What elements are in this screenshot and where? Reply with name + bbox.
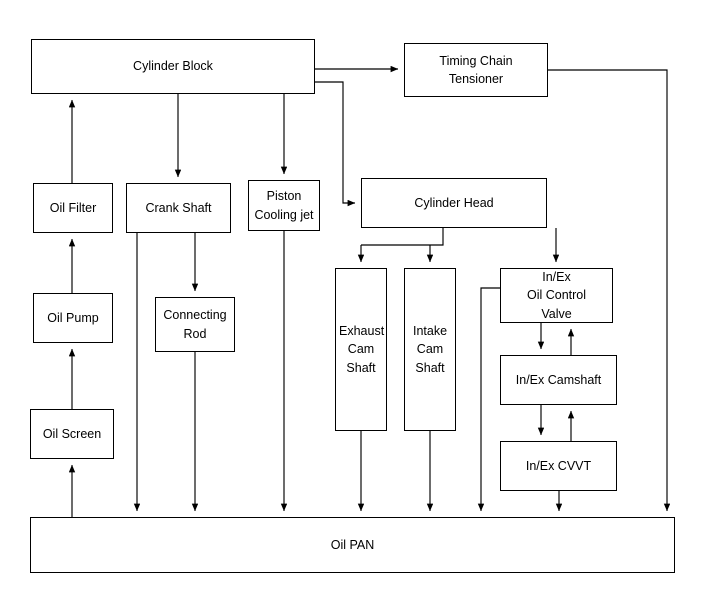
node-cylinder-block-label: Cylinder Block xyxy=(133,59,213,74)
node-oil-pan-label: Oil PAN xyxy=(330,537,375,552)
wire-cylinderblock-to-cylinderhead xyxy=(315,81,356,207)
node-piston-cooling-jet-label: Piston Cooling jet xyxy=(254,189,314,222)
node-inex-oil-control-valve-label: In/Ex Oil Control Valve xyxy=(526,270,587,321)
node-intake-cam-shaft[interactable]: Intake Cam Shaft xyxy=(404,268,456,431)
node-cylinder-head-label: Cylinder Head xyxy=(414,195,494,210)
node-timing-chain-tensioner[interactable]: Timing Chain Tensioner xyxy=(404,43,548,97)
node-intake-cam-shaft-label: Intake Cam Shaft xyxy=(412,324,448,375)
wire-ocv-to-oilpan xyxy=(477,287,500,512)
node-oil-pump[interactable]: Oil Pump xyxy=(33,293,113,343)
node-inex-camshaft[interactable]: In/Ex Camshaft xyxy=(500,355,617,405)
node-oil-filter[interactable]: Oil Filter xyxy=(33,183,113,233)
node-crank-shaft[interactable]: Crank Shaft xyxy=(126,183,231,233)
node-oil-screen[interactable]: Oil Screen xyxy=(30,409,114,459)
node-inex-camshaft-label: In/Ex Camshaft xyxy=(515,372,602,387)
node-cylinder-block[interactable]: Cylinder Block xyxy=(31,39,315,94)
node-oil-screen-label: Oil Screen xyxy=(42,426,102,441)
node-oil-pump-label: Oil Pump xyxy=(47,310,99,325)
node-exhaust-cam-shaft[interactable]: Exhaust Cam Shaft xyxy=(335,268,387,431)
node-inex-cvvt-label: In/Ex CVVT xyxy=(525,458,592,473)
node-connecting-rod[interactable]: Connecting Rod xyxy=(155,297,235,352)
oil-flow-diagram: Cylinder Block Timing Chain Tensioner Oi… xyxy=(0,0,701,602)
node-piston-cooling-jet[interactable]: Piston Cooling jet xyxy=(248,180,320,231)
node-crank-shaft-label: Crank Shaft xyxy=(145,200,212,215)
node-oil-pan[interactable]: Oil PAN xyxy=(30,517,675,573)
node-exhaust-cam-shaft-label: Exhaust Cam Shaft xyxy=(339,324,385,375)
node-timing-chain-tensioner-label: Timing Chain Tensioner xyxy=(439,53,513,86)
node-oil-filter-label: Oil Filter xyxy=(49,200,97,215)
node-connecting-rod-label: Connecting Rod xyxy=(163,308,227,341)
wire-cylinderhead-bus xyxy=(361,228,444,246)
node-cylinder-head[interactable]: Cylinder Head xyxy=(361,178,547,228)
node-inex-oil-control-valve[interactable]: In/Ex Oil Control Valve xyxy=(500,268,613,323)
node-inex-cvvt[interactable]: In/Ex CVVT xyxy=(500,441,617,491)
